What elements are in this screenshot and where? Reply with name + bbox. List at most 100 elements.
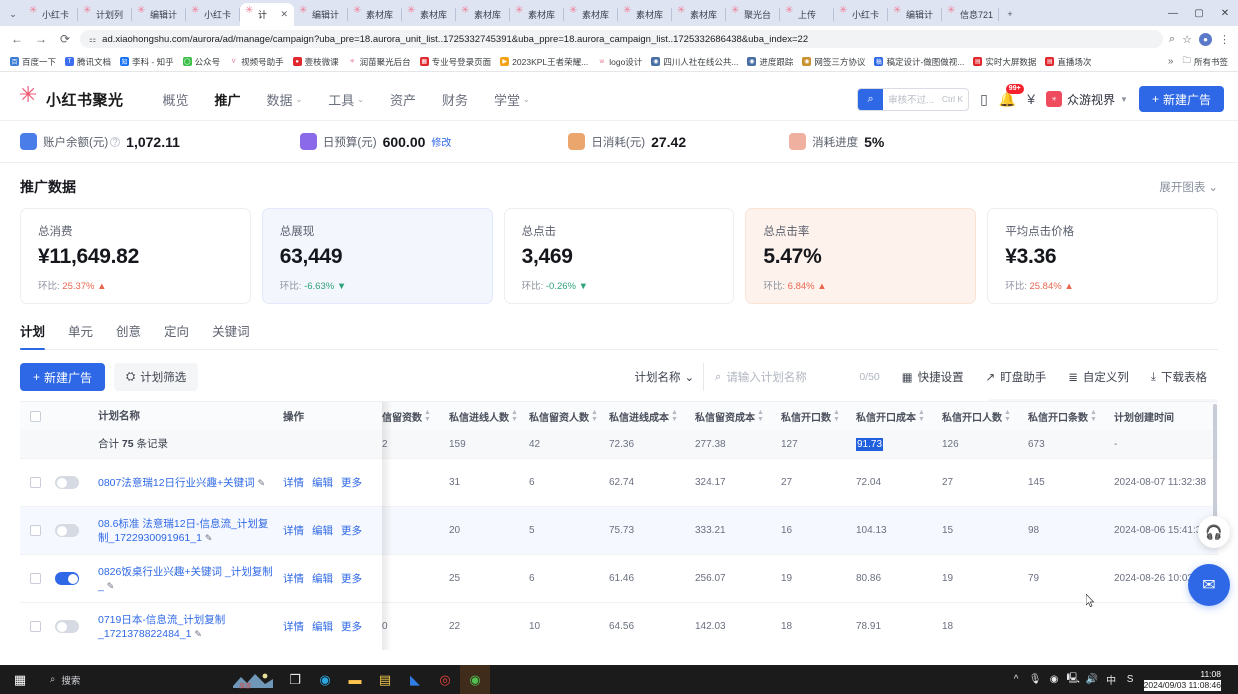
edit-budget-link[interactable]: 修改 (431, 134, 451, 149)
status-toggle[interactable] (55, 572, 79, 585)
browser-tab[interactable]: 计✕ (240, 3, 294, 26)
nav-item-2[interactable]: 数据⌄ (254, 78, 316, 120)
global-search[interactable]: ⌕ 审核不过... Ctrl K (857, 88, 969, 111)
bookmark-item[interactable]: ◉四川人社在线公共... (647, 55, 742, 69)
file-explorer-icon[interactable]: ▬ (340, 665, 370, 694)
plan-name-search[interactable]: ⌕ 请输入计划名称 0/50 (703, 363, 891, 391)
windows-start-icon[interactable]: ▦ (0, 665, 40, 694)
plan-name-text[interactable]: 0719日本-信息流_计划复制_1721378822484_1 (98, 614, 225, 640)
new-ad-button-header[interactable]: + 新建广告 (1139, 86, 1224, 112)
browser-tab[interactable]: 编辑计 (294, 3, 348, 26)
browser-tab[interactable]: 素材库 (618, 3, 672, 26)
sort-icon[interactable]: ▲▼ (671, 409, 678, 423)
column-header-4[interactable]: 私信留资成本▲▼ (695, 409, 781, 424)
row-action-2[interactable]: 更多 (341, 571, 362, 586)
row-action-0[interactable]: 详情 (283, 571, 304, 586)
custom-columns-button[interactable]: ≣ 自定义列 (1057, 363, 1140, 391)
browser-tab[interactable]: 信息721 (942, 3, 999, 26)
show-desktop-button[interactable] (1227, 665, 1234, 694)
bookmarks-overflow-button[interactable]: » (1164, 56, 1178, 67)
bookmark-star-icon[interactable]: ☆ (1182, 33, 1192, 46)
pencil-icon[interactable]: ✎ (194, 629, 202, 639)
browser-tab[interactable]: 小红卡 (24, 3, 78, 26)
status-toggle[interactable] (55, 620, 79, 633)
tab-search-button[interactable]: ⌄ (2, 2, 24, 26)
browser-tab[interactable]: 素材库 (672, 3, 726, 26)
table-row[interactable]: 08.6标准 法意瑞12日-信息流_计划复制_1722930091961_1 ✎… (20, 506, 1218, 554)
sort-icon[interactable]: ▲▼ (591, 409, 598, 423)
minimize-button[interactable]: — (1160, 0, 1186, 26)
maximize-button[interactable]: ▢ (1186, 0, 1212, 26)
entity-tab-1[interactable]: 单元 (68, 321, 93, 349)
row-action-0[interactable]: 详情 (283, 475, 304, 490)
nav-item-0[interactable]: 概览 (150, 78, 202, 120)
sort-icon[interactable]: ▲▼ (424, 409, 431, 423)
column-header-0[interactable]: 信留资数▲▼ (382, 409, 449, 424)
scrollbar-thumb[interactable] (1213, 404, 1217, 524)
wechat-icon[interactable]: ◉ (460, 665, 490, 694)
row-plan-name[interactable]: 08.6标准 法意瑞12日-信息流_计划复制_1722930091961_1 ✎ (98, 517, 283, 545)
select-all-cell[interactable] (20, 411, 50, 422)
row-action-0[interactable]: 详情 (283, 523, 304, 538)
mail-icon[interactable]: ✉ (1188, 564, 1230, 606)
app-blue-icon[interactable]: ◣ (400, 665, 430, 694)
pencil-icon[interactable]: ✎ (205, 533, 213, 543)
browser-tab[interactable]: 小红卡 (834, 3, 888, 26)
browser-tab[interactable]: 素材库 (564, 3, 618, 26)
row-plan-name[interactable]: 0807法意瑞12日行业兴趣+关键词 ✎ (98, 476, 283, 490)
display-icon[interactable]: 🖳 (1064, 665, 1083, 694)
sort-icon[interactable]: ▲▼ (1004, 409, 1011, 423)
pencil-icon[interactable]: ✎ (258, 478, 266, 488)
column-header-8[interactable]: 私信开口条数▲▼ (1028, 409, 1114, 424)
table-row[interactable]: 0807法意瑞12日行业兴趣+关键词 ✎详情编辑更多31662.74324.17… (20, 458, 1218, 506)
row-plan-name[interactable]: 0719日本-信息流_计划复制_1721378822484_1 ✎ (98, 613, 283, 641)
row-action-2[interactable]: 更多 (341, 523, 362, 538)
row-checkbox[interactable] (30, 573, 41, 584)
row-checkbox-cell[interactable] (20, 573, 50, 584)
sort-icon[interactable]: ▲▼ (1090, 409, 1097, 423)
bookmark-item[interactable]: ◉网签三方协议 (798, 55, 869, 69)
column-header-5[interactable]: 私信开口数▲▼ (781, 409, 856, 424)
volume-icon[interactable]: 🔊 (1083, 665, 1102, 694)
expand-chart-toggle[interactable]: 展开图表 ⌄ (1159, 179, 1218, 195)
row-action-2[interactable]: 更多 (341, 475, 362, 490)
row-action-1[interactable]: 编辑 (312, 475, 333, 490)
status-toggle[interactable] (55, 476, 79, 489)
ime-icon[interactable]: 中 (1102, 665, 1121, 694)
metric-card-1[interactable]: 总展现63,449环比: -6.63% ▼ (262, 208, 493, 304)
bell-icon[interactable]: 🔔99+ (999, 91, 1016, 108)
forward-icon[interactable]: → (32, 30, 50, 48)
store-icon[interactable]: ▤ (370, 665, 400, 694)
row-checkbox-cell[interactable] (20, 525, 50, 536)
bookmark-item[interactable]: 百百度一下 (6, 55, 60, 69)
taskbar-clock[interactable]: 11:08 2024/09/03 11:08:46 (1140, 669, 1227, 691)
metric-card-0[interactable]: 总消费¥11,649.82环比: 25.37% ▲ (20, 208, 251, 304)
bookmark-item[interactable]: ◯公众号 (179, 55, 225, 69)
entity-tab-3[interactable]: 定向 (164, 321, 189, 349)
nav-item-4[interactable]: 资产 (377, 78, 429, 120)
row-checkbox-cell[interactable] (20, 621, 50, 632)
bookmark-item[interactable]: ▶2023KPL王者荣耀... (496, 55, 592, 69)
metric-card-4[interactable]: 平均点击价格¥3.36环比: 25.84% ▲ (987, 208, 1218, 304)
browser-tab[interactable]: 计划列 (78, 3, 132, 26)
address-bar[interactable]: ⚏ ad.xiaohongshu.com/aurora/ad/manage/ca… (80, 30, 1163, 48)
row-checkbox[interactable] (30, 477, 41, 488)
chrome-icon[interactable]: ◎ (430, 665, 460, 694)
sort-icon[interactable]: ▲▼ (511, 409, 518, 423)
entity-tab-0[interactable]: 计划 (20, 321, 45, 349)
row-status-cell[interactable] (50, 476, 98, 489)
row-status-cell[interactable] (50, 620, 98, 633)
table-row[interactable]: 0826饭桌行业兴趣+关键词 _计划复制_ ✎详情编辑更多25661.46256… (20, 554, 1218, 602)
microphone-icon[interactable]: 🎙 (1026, 665, 1045, 694)
nav-item-5[interactable]: 财务 (429, 78, 481, 120)
plan-filter-button[interactable]: ⛭ 计划筛选 (114, 363, 198, 391)
plan-name-text[interactable]: 0807法意瑞12日行业兴趣+关键词 (98, 477, 255, 489)
close-window-button[interactable]: ✕ (1212, 0, 1238, 26)
site-info-icon[interactable]: ⚏ (89, 35, 96, 44)
browser-tab[interactable]: 编辑计 (888, 3, 942, 26)
back-icon[interactable]: ← (8, 30, 26, 48)
bookmark-item[interactable]: ▦专业号登录页面 (416, 55, 496, 69)
sort-icon[interactable]: ▲▼ (918, 409, 925, 423)
table-row[interactable]: 0719日本-信息流_计划复制_1721378822484_1 ✎详情编辑更多0… (20, 602, 1218, 650)
search-field-select[interactable]: 计划名称 ⌄ (635, 369, 704, 385)
